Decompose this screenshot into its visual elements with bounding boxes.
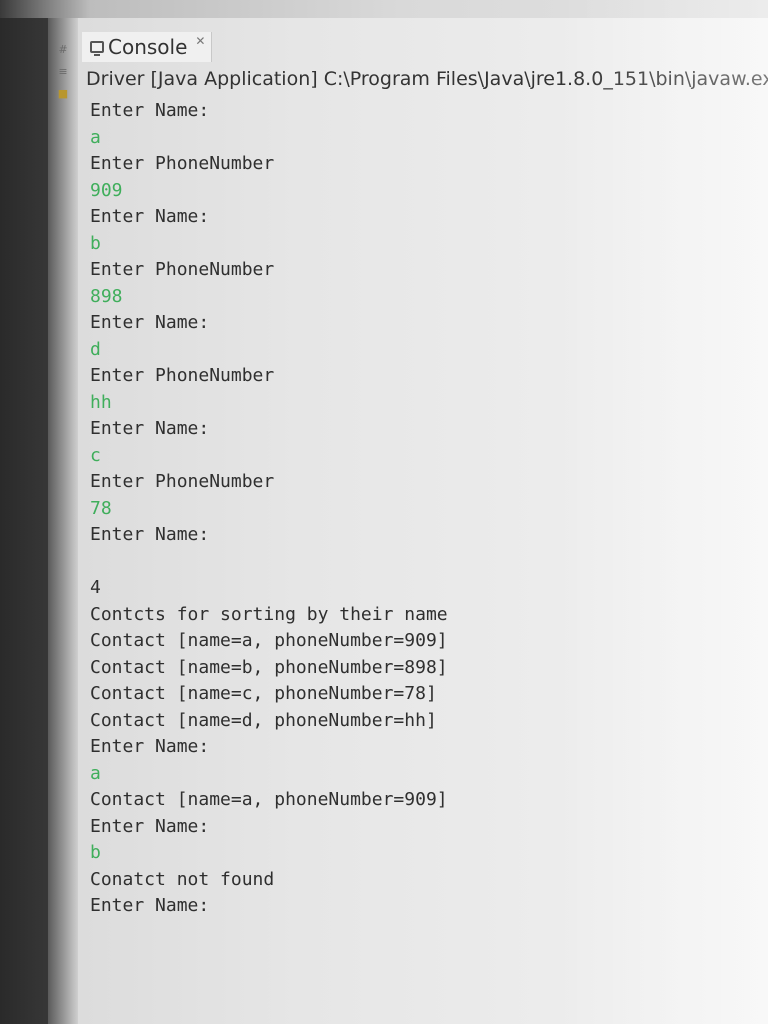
output-line: Enter Name: — [90, 895, 210, 916]
user-input-line: hh — [90, 391, 112, 413]
user-input-line: b — [90, 842, 101, 863]
output-line: Contact [name=b, phoneNumber=898] — [90, 656, 448, 678]
output-line: Contact [name=c, phoneNumber=78] — [90, 683, 437, 704]
output-line: Contact [name=a, phoneNumber=909] — [90, 789, 448, 810]
process-description: Driver [Java Application] C:\Program Fil… — [86, 68, 768, 90]
output-line: Enter Name: — [90, 815, 210, 837]
output-line: Enter Name: — [90, 312, 210, 333]
user-input-line: c — [90, 444, 101, 466]
user-input-line: a — [90, 126, 101, 148]
output-line: Enter Name: — [90, 418, 210, 439]
user-input-line: 898 — [90, 285, 123, 307]
user-input-line: d — [90, 338, 101, 360]
user-input-line: a — [90, 762, 101, 784]
side-toolbar: # ≡ ■ — [48, 18, 78, 1024]
console-output[interactable]: Enter Name: a Enter PhoneNumber 909 Enter Na… — [90, 98, 760, 920]
user-input-line: 909 — [90, 179, 123, 201]
user-input-line: 78 — [90, 497, 112, 519]
tab-console-label: Console — [108, 35, 188, 59]
tab-console[interactable]: Console ✕ — [82, 32, 212, 62]
output-line: Enter PhoneNumber — [90, 365, 275, 386]
layout-icon[interactable]: ≡ — [57, 66, 69, 78]
pin-icon[interactable]: # — [57, 44, 69, 56]
output-line: Enter Name: — [90, 524, 210, 545]
output-line: Contact [name=a, phoneNumber=909] — [90, 630, 448, 651]
window-top-edge — [0, 0, 768, 18]
output-line: Contcts for sorting by their name — [90, 603, 448, 625]
console-icon — [90, 41, 104, 56]
photo-of-monitor: # ≡ ■ Console ✕ Driver [Java Application… — [0, 0, 768, 1024]
console-view: Console ✕ Driver [Java Application] C:\P… — [80, 22, 768, 1024]
output-line: Enter PhoneNumber — [90, 259, 275, 280]
close-icon[interactable]: ✕ — [195, 34, 205, 48]
output-line: Enter PhoneNumber — [90, 471, 275, 492]
output-line: 4 — [90, 577, 101, 598]
user-input-line: b — [90, 232, 101, 254]
folder-icon[interactable]: ■ — [57, 88, 69, 100]
output-line: Enter Name: — [90, 736, 210, 757]
output-line: Enter PhoneNumber — [90, 153, 275, 174]
output-line: Conatct not found — [90, 868, 275, 890]
view-tab-bar: Console ✕ — [80, 32, 768, 62]
output-line: Contact [name=d, phoneNumber=hh] — [90, 709, 437, 731]
output-line: Enter Name: — [90, 206, 210, 227]
output-line: Enter Name: — [90, 100, 210, 121]
